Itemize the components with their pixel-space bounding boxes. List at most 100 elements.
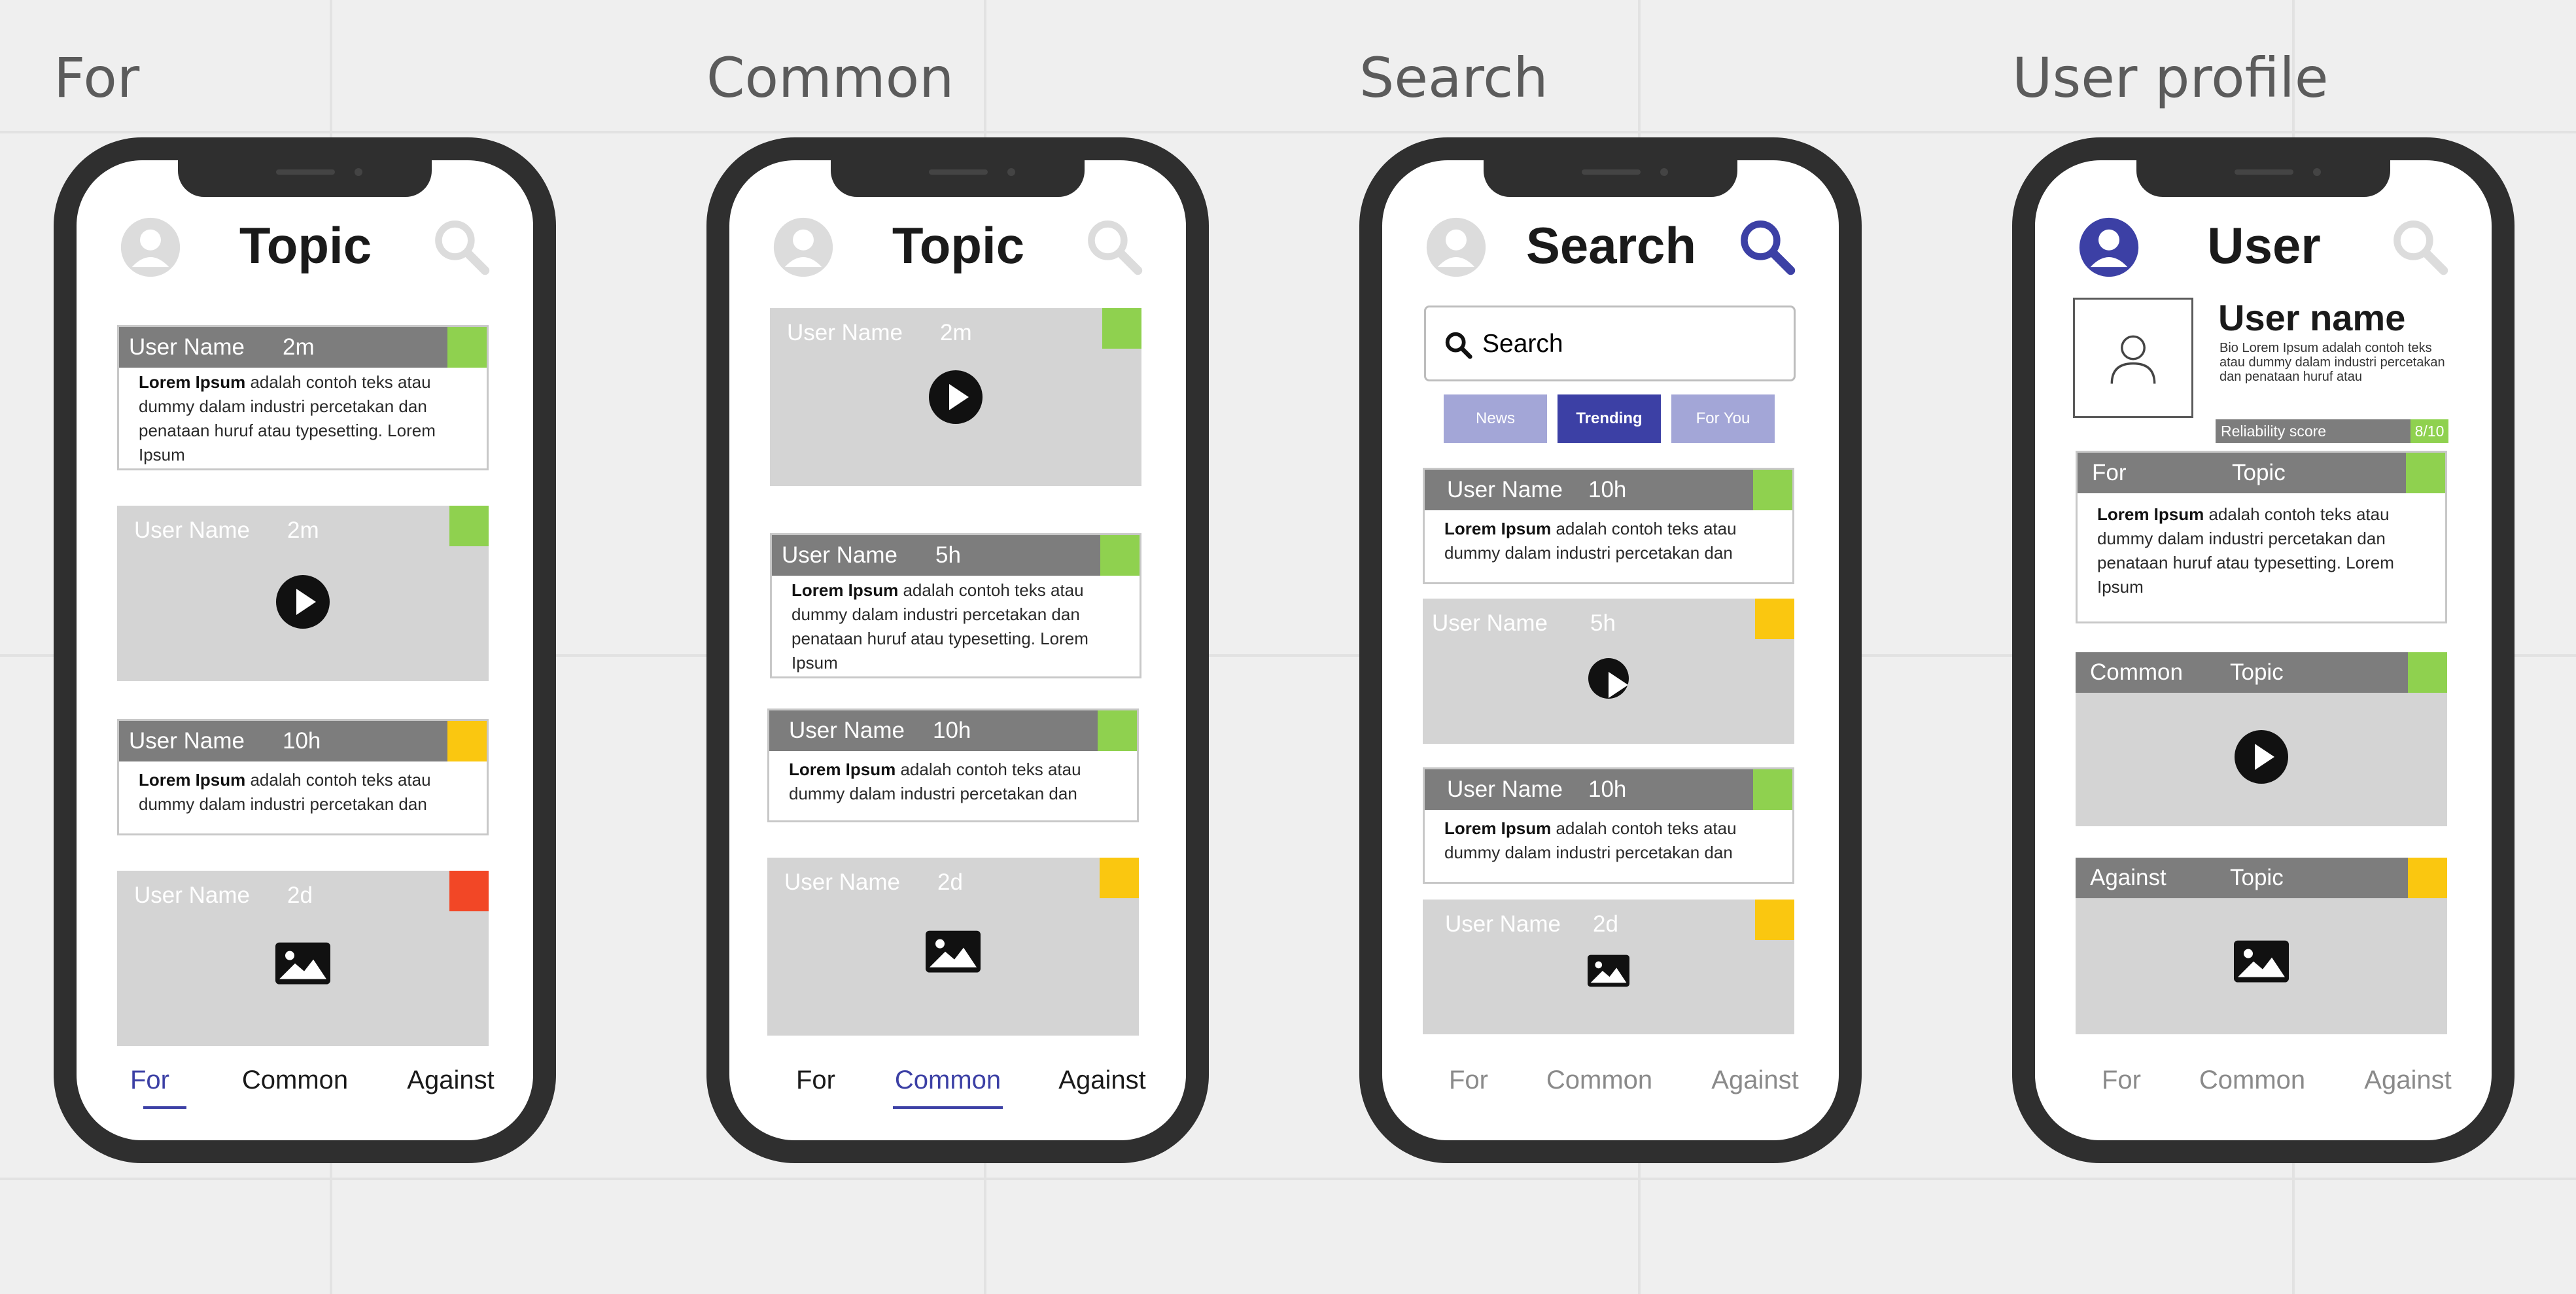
stance-tabs: For Common Against <box>729 1060 1186 1109</box>
post-topic[interactable]: Topic <box>2232 453 2286 493</box>
post-header: Common Topic <box>2076 652 2447 693</box>
stance-flag <box>1755 599 1794 639</box>
filter-for-you[interactable]: For You <box>1671 394 1775 443</box>
filter-news[interactable]: News <box>1444 394 1547 443</box>
post-username[interactable]: User Name <box>787 320 903 346</box>
profile-bio: Bio Lorem Ipsum adalah contoh teks atau … <box>2219 341 2445 384</box>
search-input[interactable]: Search <box>1424 306 1796 381</box>
stance-flag <box>1100 858 1139 898</box>
stance-flag <box>2408 858 2447 898</box>
phone-screen: Topic User Name 2m User Name 5h Lorem Ip… <box>729 160 1186 1140</box>
stance-flag <box>449 506 489 546</box>
tab-common[interactable]: Common <box>2187 1060 2318 1100</box>
tab-common[interactable]: Common <box>230 1060 360 1100</box>
phone-screen: Topic User Name 2m Lorem Ipsum adalah co… <box>77 160 533 1140</box>
stance-flag <box>1102 308 1141 349</box>
tab-for[interactable]: For <box>750 1060 881 1100</box>
post-topic[interactable]: Topic <box>2230 652 2284 693</box>
image-card[interactable]: Against Topic <box>2076 858 2447 1034</box>
tab-common[interactable]: Common <box>1534 1060 1665 1100</box>
tab-for[interactable]: For <box>84 1060 215 1100</box>
post-username[interactable]: User Name <box>134 883 250 909</box>
stance-flag <box>2408 652 2447 693</box>
phone-screen: User User name Bio Lorem Ipsum adalah co… <box>2035 160 2492 1140</box>
search-icon[interactable] <box>430 215 493 278</box>
post-username[interactable]: User Name <box>789 710 905 751</box>
image-icon[interactable] <box>1588 954 1629 987</box>
phone-for: Topic User Name 2m Lorem Ipsum adalah co… <box>54 137 556 1163</box>
post-header: User Name 10h <box>1425 470 1792 510</box>
profile-avatar-icon[interactable] <box>2078 217 2140 278</box>
post-time: 2m <box>940 320 972 345</box>
video-card[interactable]: User Name 2m <box>770 308 1141 486</box>
phone-notch <box>2136 160 2390 197</box>
profile-avatar-icon[interactable] <box>120 217 181 278</box>
image-icon[interactable] <box>2234 940 2289 983</box>
page-title: Search <box>1525 217 1697 274</box>
post-card[interactable]: User Name 10h Lorem Ipsum adalah contoh … <box>767 708 1139 822</box>
tab-common[interactable]: Common <box>882 1060 1013 1100</box>
image-card[interactable]: User Name 2d <box>767 858 1139 1036</box>
tab-against[interactable]: Against <box>1037 1060 1168 1100</box>
search-icon[interactable] <box>2388 215 2451 278</box>
frame-title-search: Search <box>1359 46 1548 110</box>
post-username[interactable]: User Name <box>1447 470 1563 510</box>
post-text: Lorem Ipsum adalah contoh teks atau dumm… <box>792 580 1088 673</box>
profile-avatar-icon[interactable] <box>1425 217 1487 278</box>
page-title: User <box>2207 217 2321 274</box>
image-icon[interactable] <box>275 942 330 985</box>
post-card[interactable]: For Topic Lorem Ipsum adalah contoh teks… <box>2076 451 2447 623</box>
search-icon[interactable] <box>1735 215 1798 278</box>
post-topic[interactable]: Topic <box>2230 858 2284 898</box>
image-icon[interactable] <box>926 930 981 973</box>
post-username[interactable]: User Name <box>1432 610 1548 637</box>
active-tab-indicator <box>893 1106 1003 1109</box>
post-header: Against Topic <box>2076 858 2447 898</box>
video-card[interactable]: User Name 2m <box>117 506 489 681</box>
profile-avatar-icon[interactable] <box>773 217 834 278</box>
post-username[interactable]: User Name <box>782 535 897 576</box>
frame-title-user-profile: User profile <box>2012 46 2329 110</box>
tab-for[interactable]: For <box>1403 1060 1534 1100</box>
phone-common: Topic User Name 2m User Name 5h Lorem Ip… <box>706 137 1209 1163</box>
post-card[interactable]: User Name 10h Lorem Ipsum adalah contoh … <box>1423 468 1794 584</box>
tab-against[interactable]: Against <box>2342 1060 2473 1100</box>
search-icon[interactable] <box>1083 215 1145 278</box>
post-username[interactable]: User Name <box>1447 769 1563 810</box>
tab-against[interactable]: Against <box>1690 1060 1820 1100</box>
post-username[interactable]: User Name <box>784 869 900 896</box>
post-time: 5h <box>1590 610 1616 636</box>
post-time: 10h <box>933 718 971 743</box>
play-icon[interactable] <box>276 575 330 629</box>
image-card[interactable]: User Name 2d <box>1423 900 1794 1034</box>
tab-against[interactable]: Against <box>385 1060 516 1100</box>
play-icon[interactable] <box>2235 729 2288 784</box>
filter-trending[interactable]: Trending <box>1558 394 1661 443</box>
post-text: Lorem Ipsum adalah contoh teks atau dumm… <box>789 760 1081 803</box>
stance-flag <box>449 871 489 911</box>
page-title: Topic <box>239 217 372 274</box>
stance-flag <box>447 327 487 368</box>
post-header: User Name 10h <box>769 710 1137 751</box>
post-text: Lorem Ipsum adalah contoh teks atau dumm… <box>2097 504 2394 597</box>
tab-for[interactable]: For <box>2056 1060 2187 1100</box>
post-username[interactable]: User Name <box>1445 911 1561 937</box>
image-card[interactable]: User Name 2d <box>117 871 489 1046</box>
post-card[interactable]: User Name 2m Lorem Ipsum adalah contoh t… <box>117 325 489 470</box>
profile-name: User name <box>2218 297 2406 338</box>
profile-photo[interactable] <box>2073 298 2193 418</box>
play-icon[interactable] <box>929 370 983 424</box>
post-username[interactable]: User Name <box>134 517 250 544</box>
video-card[interactable]: User Name 5h <box>1423 599 1794 744</box>
user-silhouette-icon <box>2110 335 2156 384</box>
post-time: 2m <box>283 334 315 360</box>
post-time: 2m <box>287 517 319 543</box>
post-card[interactable]: User Name 10h Lorem Ipsum adalah contoh … <box>1423 767 1794 884</box>
stance-flag <box>1753 470 1792 510</box>
post-username[interactable]: User Name <box>129 327 245 368</box>
play-icon[interactable] <box>1588 658 1629 699</box>
video-card[interactable]: Common Topic <box>2076 652 2447 826</box>
post-card[interactable]: User Name 10h Lorem Ipsum adalah contoh … <box>117 719 489 835</box>
post-card[interactable]: User Name 5h Lorem Ipsum adalah contoh t… <box>770 533 1141 678</box>
post-username[interactable]: User Name <box>129 721 245 761</box>
